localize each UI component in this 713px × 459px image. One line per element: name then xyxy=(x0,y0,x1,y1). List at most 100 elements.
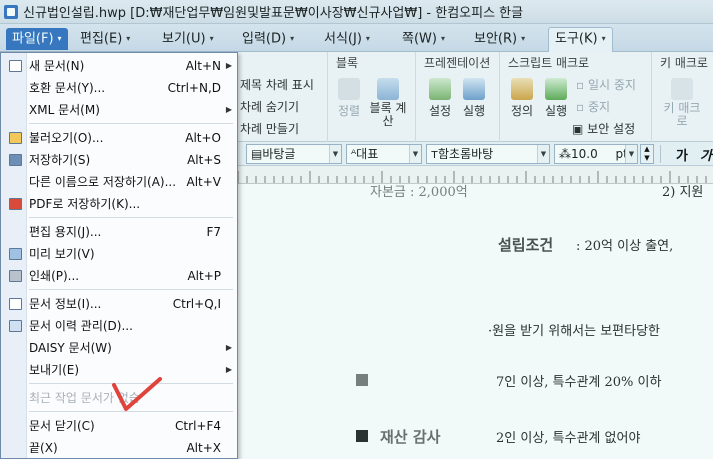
font-size-stepper[interactable]: ▲ ▼ xyxy=(640,144,654,164)
print-icon xyxy=(9,270,22,282)
file-menu-item-shortcut: F7 xyxy=(206,225,221,239)
presentation-group-title: 프레젠테이션 xyxy=(424,56,491,70)
title-bar: 신규법인설립.hwp [D:₩재단업무₩임원및발표문₩이사장₩신규사업₩] - … xyxy=(0,0,713,24)
chevron-down-icon[interactable]: ▼ xyxy=(329,145,341,163)
macro-security-button[interactable]: ▣ 보안 설정 xyxy=(572,120,635,137)
file-menu-item-label: 문서 이력 관리(D)... xyxy=(29,319,133,333)
new-document-icon xyxy=(9,60,22,72)
file-menu-item-label: 끝(X) xyxy=(29,441,58,455)
ribbon-group-key-macro: 키 매크로 키 매크로 xyxy=(652,52,713,142)
language-combo[interactable]: ᴬ대표 ▼ xyxy=(346,144,422,164)
hwp-window: 신규법인설립.hwp [D:₩재단업무₩임원및발표문₩이사장₩신규사업₩] - … xyxy=(0,0,713,459)
style-icon: ▤ xyxy=(251,147,263,161)
toc-make[interactable]: 차례 만들기 xyxy=(240,120,299,137)
document-info-icon xyxy=(9,298,22,310)
menu-tools[interactable]: 도구(K) ▾ xyxy=(548,27,613,52)
file-menu-item[interactable]: 호환 문서(Y)... Ctrl+N,D xyxy=(1,77,237,99)
presentation-settings-button[interactable]: 설정 xyxy=(424,78,456,119)
preview-icon xyxy=(9,248,22,260)
doc-line-capital: 자본금 : 2,000억 xyxy=(370,185,468,200)
sort-button[interactable]: 정렬 xyxy=(334,78,364,119)
chevron-down-icon[interactable]: ▼ xyxy=(409,145,421,163)
block-group-title: 블록 xyxy=(336,56,359,70)
pause-icon: ▫ xyxy=(576,78,588,92)
format-separator xyxy=(660,145,661,163)
file-menu-item[interactable]: 문서 정보(I)... Ctrl+Q,I xyxy=(1,293,237,315)
block-calc-button[interactable]: 블록 계산 xyxy=(368,78,408,128)
menu-security[interactable]: 보안(R) ▾ xyxy=(474,28,525,50)
file-menu-item[interactable]: 불러오기(O)... Alt+O xyxy=(1,127,237,149)
file-menu-item-shortcut: Ctrl+N,D xyxy=(167,81,221,95)
stop-icon: ▫ xyxy=(576,100,588,114)
doc-line-directors: 7인 이상, 특수관계 20% 이하 xyxy=(496,375,662,390)
menu-file[interactable]: 파일(F) ▾ xyxy=(6,28,68,50)
chevron-down-icon: ▾ xyxy=(365,34,370,43)
file-menu-item[interactable]: 다른 이름으로 저장하기(A)... Alt+V xyxy=(1,171,237,193)
file-menu-item-label: 인쇄(P)... xyxy=(29,269,80,283)
file-menu-item-shortcut: Ctrl+F4 xyxy=(175,419,221,433)
macro-define-icon xyxy=(511,78,533,100)
sort-icon xyxy=(338,78,360,100)
chevron-down-icon[interactable]: ▼ xyxy=(537,145,549,163)
file-menu-item-shortcut: Alt+O xyxy=(185,131,221,145)
file-menu-item[interactable]: 인쇄(P)... Alt+P xyxy=(1,265,237,287)
menu-edit[interactable]: 편집(E) ▾ xyxy=(80,28,130,50)
key-macro-button[interactable]: 키 매크로 xyxy=(660,78,704,128)
stepper-up-icon[interactable]: ▲ xyxy=(641,145,653,154)
submenu-arrow-icon: ▶ xyxy=(225,343,232,352)
macro-define-button[interactable]: 정의 xyxy=(506,78,538,119)
file-menu-item-label: PDF로 저장하기(K)... xyxy=(29,197,141,211)
macro-stop-button[interactable]: ▫ 중지 xyxy=(576,98,610,115)
style-combo[interactable]: ▤바탕글 ▼ xyxy=(246,144,342,164)
file-menu-item-label: 문서 정보(I)... xyxy=(29,297,102,311)
file-menu-item-shortcut: Ctrl+Q,I xyxy=(172,297,221,311)
toc-hide[interactable]: 차례 숨기기 xyxy=(240,98,299,115)
file-menu-item[interactable]: 끝(X) Alt+X xyxy=(1,437,237,459)
menu-separator xyxy=(29,123,233,124)
file-menu-item[interactable]: 편집 용지(J)... F7 xyxy=(1,221,237,243)
menu-format[interactable]: 서식(J) ▾ xyxy=(324,28,370,50)
chevron-down-icon: ▾ xyxy=(126,34,131,43)
doc-heading-conditions: 설립조건 xyxy=(498,236,554,254)
file-menu-item[interactable]: 미리 보기(V) xyxy=(1,243,237,265)
ribbon-group-script-macro: 스크립트 매크로 정의 실행 ▫ 일시 중지 ▫ 중지 ▣ 보안 설정 xyxy=(500,52,652,142)
keymacro-group-title: 키 매크로 xyxy=(660,56,708,70)
chevron-down-icon: ▾ xyxy=(521,34,526,43)
file-menu-item[interactable]: 저장하기(S) Alt+S xyxy=(1,149,237,171)
block-calc-icon xyxy=(377,78,399,100)
presentation-run-button[interactable]: 실행 xyxy=(458,78,490,119)
hwp-app-icon xyxy=(4,4,18,19)
italic-button[interactable]: 가 xyxy=(700,145,712,164)
ribbon-group-block: 블록 정렬 블록 계산 xyxy=(328,52,416,142)
menu-page[interactable]: 쪽(W) ▾ xyxy=(402,28,445,50)
file-menu-item[interactable]: 문서 이력 관리(D)... xyxy=(1,315,237,337)
file-menu-item[interactable]: 새 문서(N) Alt+N ▶ xyxy=(1,55,237,77)
file-menu-item[interactable]: DAISY 문서(W) ▶ xyxy=(1,337,237,359)
doc-line-conditions: : 20억 이상 출연, xyxy=(576,239,674,254)
stepper-down-icon[interactable]: ▼ xyxy=(641,154,653,163)
font-combo[interactable]: ᴛ함초롬바탕 ▼ xyxy=(426,144,550,164)
menu-view[interactable]: 보기(U) ▾ xyxy=(162,28,214,50)
doc-heading-audit: 재산 감사 xyxy=(380,428,441,446)
menu-insert[interactable]: 입력(D) ▾ xyxy=(242,28,294,50)
file-menu-item-label: 보내기(E) xyxy=(29,363,80,377)
file-menu-item[interactable]: XML 문서(M) ▶ xyxy=(1,99,237,121)
key-macro-icon xyxy=(671,78,693,100)
chevron-down-icon: ▾ xyxy=(209,34,214,43)
chevron-down-icon: ▾ xyxy=(290,34,295,43)
bold-button[interactable]: 가 xyxy=(676,145,688,164)
file-menu-item[interactable]: PDF로 저장하기(K)... xyxy=(1,193,237,215)
chevron-down-icon[interactable]: ▼ xyxy=(625,145,637,163)
macro-run-button[interactable]: 실행 xyxy=(540,78,572,119)
file-menu-item-shortcut: Alt+S xyxy=(187,153,221,167)
macro-pause-button[interactable]: ▫ 일시 중지 xyxy=(576,76,636,93)
font-size-combo[interactable]: ⁂10.0 pt ▼ xyxy=(554,144,638,164)
file-menu-item-label: 새 문서(N) xyxy=(29,59,85,73)
doc-line-support: 2) 지원 xyxy=(662,185,704,200)
file-menu-item-label: 호환 문서(Y)... xyxy=(29,81,106,95)
doc-line-auditors: 2인 이상, 특수관계 없어야 xyxy=(496,431,641,446)
toc-show-titles[interactable]: 제목 차례 표시 xyxy=(240,76,314,93)
file-menu-item-label: XML 문서(M) xyxy=(29,103,100,117)
ribbon-group-toc: 제목 차례 표시 차례 숨기기 차례 만들기 xyxy=(236,52,328,142)
font-size-icon: ⁂ xyxy=(559,147,571,161)
